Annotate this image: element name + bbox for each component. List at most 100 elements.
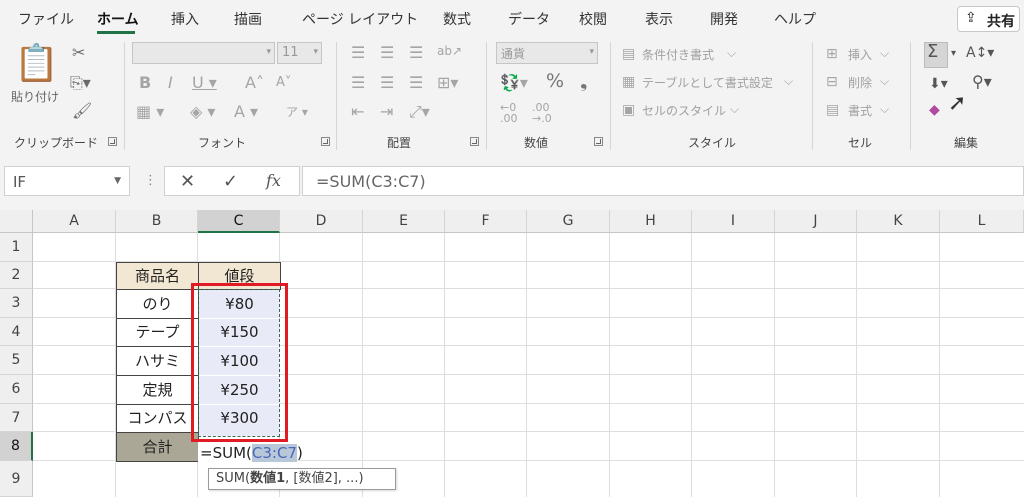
chevron-down-icon[interactable]: ⌵ [880,102,889,117]
chevron-down-icon[interactable]: ⌵ [880,46,889,61]
tab-data[interactable]: データ [508,9,550,29]
cell-b2-header[interactable]: 商品名 [116,262,199,290]
name-box[interactable]: IF ▼ [4,166,130,196]
number-launcher-icon[interactable] [594,137,603,146]
tab-page-layout[interactable]: ページ レイアウト [302,9,418,29]
col-header-d[interactable]: D [280,210,363,233]
font-launcher-icon[interactable] [321,137,330,146]
italic-icon[interactable]: I [168,75,173,91]
underline-icon[interactable]: U ▾ [192,75,217,91]
conditional-formatting-icon[interactable]: ▤ [622,46,635,62]
tab-help[interactable]: ヘルプ [774,9,816,29]
chevron-down-icon[interactable]: ▼ [114,176,121,186]
cell-c8-editing[interactable]: =SUM(C3:C7) [198,442,303,468]
row-header-5[interactable]: 5 [0,346,33,375]
tab-view[interactable]: 表示 [645,9,673,29]
conditional-formatting-button[interactable]: 条件付き書式 [642,46,714,63]
tab-developer[interactable]: 開発 [710,9,738,29]
format-as-table-icon[interactable]: ▦ [622,74,635,90]
fill-icon[interactable]: ⬇▾ [929,76,948,92]
cell-styles-icon[interactable]: ▣ [622,102,635,118]
tab-insert[interactable]: 挿入 [171,9,199,29]
font-name-combo[interactable]: ▾ [132,42,275,64]
shrink-font-icon[interactable]: A˅ [276,75,291,91]
col-header-c[interactable]: C [198,210,280,233]
delete-cells-icon[interactable]: ⊟ [826,74,838,90]
col-header-k[interactable]: K [857,210,940,233]
col-header-b[interactable]: B [116,210,198,233]
format-cells-button[interactable]: 書式 [848,102,872,119]
borders-icon[interactable]: ▦ ▾ [136,104,164,120]
row-header-4[interactable]: 4 [0,318,33,346]
cell-b5[interactable]: ハサミ [116,346,199,376]
row-header-3[interactable]: 3 [0,289,33,318]
copy-icon[interactable]: ⎘▾ [70,75,91,91]
col-header-a[interactable]: A [33,210,116,233]
format-cells-icon[interactable]: ▤ [826,102,839,118]
cell-b7[interactable]: コンパス [116,404,199,433]
cell-b6[interactable]: 定規 [116,375,199,405]
percent-icon[interactable]: % [546,72,564,91]
font-color-icon[interactable]: A ▾ [234,104,258,120]
row-header-6[interactable]: 6 [0,375,33,404]
row-header-1[interactable]: 1 [0,233,33,262]
row-header-8[interactable]: 8 [0,432,33,461]
cell-b4[interactable]: テープ [116,318,199,347]
chevron-down-icon[interactable]: ▾ [951,46,956,62]
sort-filter-icon[interactable]: A↕▾ [966,45,994,61]
align-left-icon[interactable]: ☰ [351,75,365,91]
tab-draw[interactable]: 描画 [234,9,262,29]
increase-indent-icon[interactable]: ⇥ [380,104,393,120]
format-painter-icon[interactable]: 🖌 [72,103,92,119]
chevron-down-icon[interactable]: ⌵ [880,74,889,89]
paste-icon[interactable]: 📋 [14,44,59,84]
number-format-combo[interactable]: 通貨 ▾ [496,42,598,64]
enter-icon[interactable]: ✓ [223,171,238,192]
chevron-down-icon[interactable]: ⌵ [784,74,793,89]
find-select-icon[interactable]: ⚲▾ [972,74,992,90]
format-as-table-button[interactable]: テーブルとして書式設定 [642,74,773,91]
tooltip-argument-active[interactable]: 数値1 [250,471,285,486]
col-header-g[interactable]: G [527,210,610,233]
align-top-icon[interactable]: ☰ [351,45,365,61]
col-header-j[interactable]: J [775,210,857,233]
align-center-icon[interactable]: ☰ [380,75,394,91]
font-size-combo[interactable]: 11 ▾ [277,42,322,64]
text-direction-icon[interactable]: ⤢▾ [409,104,430,120]
accounting-format-icon[interactable]: 💱▾ [500,75,528,91]
paste-label[interactable]: 貼り付け [11,88,59,105]
row-header-7[interactable]: 7 [0,404,33,432]
tab-file[interactable]: ファイル [18,9,74,29]
delete-cells-button[interactable]: 削除 [848,74,872,91]
decrease-decimal-icon[interactable]: .00 →.0 [532,102,552,124]
tab-review[interactable]: 校閲 [579,9,607,29]
insert-function-icon[interactable]: fx [266,171,281,190]
chevron-down-icon[interactable]: ⌵ [730,102,739,117]
align-middle-icon[interactable]: ☰ [380,45,394,61]
cut-icon[interactable]: ✂ [72,45,85,61]
clipboard-launcher-icon[interactable] [108,137,117,146]
select-all-corner[interactable] [0,210,33,233]
formula-input[interactable]: =SUM(C3:C7) [302,166,1024,196]
comma-style-icon[interactable]: ❟ [580,72,587,91]
clear-icon[interactable]: ◆ [929,102,940,118]
align-right-icon[interactable]: ☰ [409,75,423,91]
col-header-e[interactable]: E [363,210,445,233]
autosum-icon[interactable]: Σ [927,43,938,61]
grow-font-icon[interactable]: A˄ [245,75,264,91]
orientation-icon[interactable]: ab↗ [437,43,462,59]
cell-b8-total[interactable]: 合計 [116,432,199,462]
cancel-icon[interactable]: ✕ [180,171,195,192]
merge-center-icon[interactable]: ⊞▾ [437,75,458,91]
chevron-down-icon[interactable]: ⌵ [727,46,736,61]
bold-icon[interactable]: B [139,75,151,91]
alignment-launcher-icon[interactable] [470,137,479,146]
decrease-indent-icon[interactable]: ⇤ [351,104,364,120]
col-header-f[interactable]: F [445,210,527,233]
row-header-9[interactable]: 9 [0,461,33,497]
more-icon[interactable]: ⋮ [144,173,157,188]
function-tooltip[interactable]: SUM(数値1, [数値2], ...) [208,468,396,490]
insert-cells-button[interactable]: 挿入 [848,46,872,63]
tab-formulas[interactable]: 数式 [443,9,471,29]
col-header-l[interactable]: L [940,210,1024,233]
